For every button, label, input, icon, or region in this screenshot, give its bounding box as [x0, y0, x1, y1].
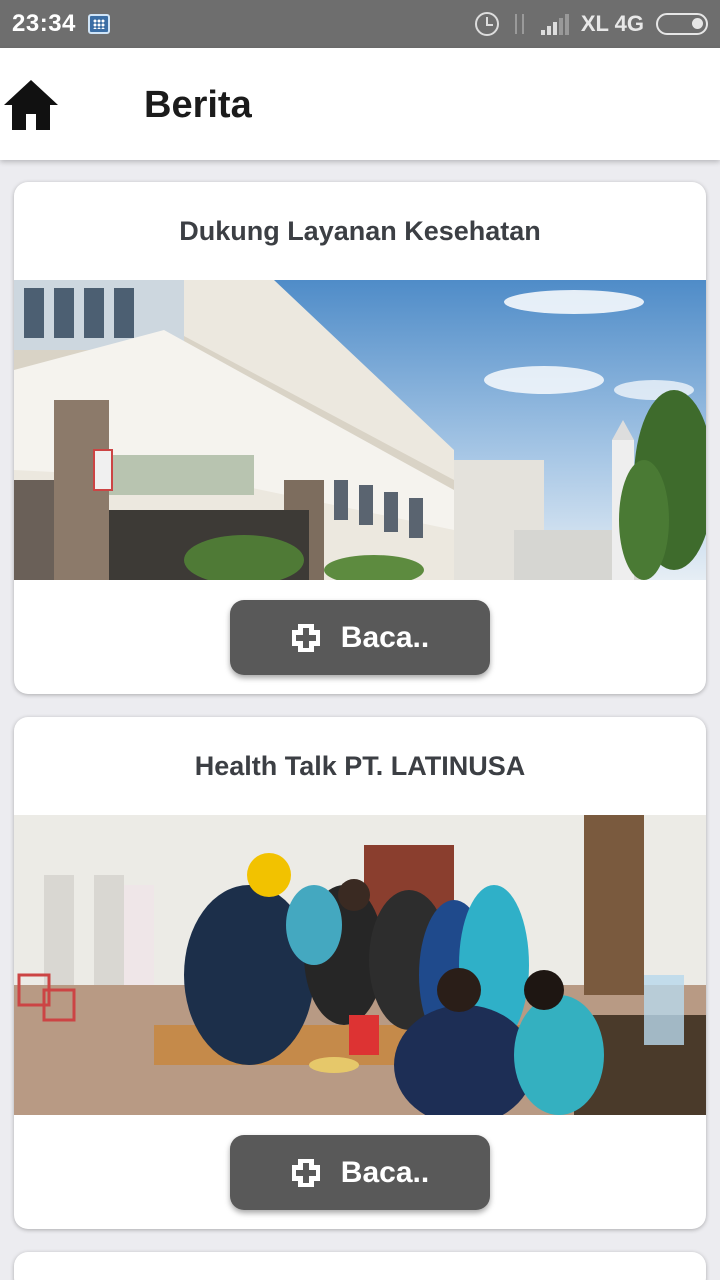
status-time: 23:34	[12, 10, 76, 37]
status-bar: 23:34 XL 4G	[0, 0, 720, 48]
home-icon[interactable]	[2, 76, 60, 132]
bbm-notification-icon	[87, 14, 110, 34]
news-feed[interactable]: Dukung Layanan Kesehatan Baca.. Health T…	[14, 182, 706, 1280]
health-talk-event-image	[14, 815, 706, 1115]
news-title: Dukung Layanan Kesehatan	[179, 216, 541, 246]
page-title: Berita	[144, 84, 252, 126]
news-card: Health Talk PT. LATINUSA Baca..	[14, 717, 706, 1229]
news-title: Health Talk PT. LATINUSA	[194, 751, 526, 781]
news-card-partial	[14, 1252, 706, 1280]
news-card: Dukung Layanan Kesehatan Baca..	[14, 182, 706, 694]
status-indicators: XL 4G	[474, 11, 708, 37]
network-label: XL 4G	[580, 11, 644, 36]
signal-icon	[540, 13, 569, 35]
read-button-label: Baca..	[340, 1155, 430, 1189]
alarm-icon	[474, 12, 499, 36]
data-transfer-icon	[511, 12, 529, 36]
read-button-label: Baca..	[340, 620, 430, 654]
hospital-building-image	[14, 280, 706, 580]
battery-icon	[656, 13, 708, 35]
read-button[interactable]: Baca..	[230, 600, 490, 675]
app-bar: Berita	[0, 48, 720, 160]
plus-box-icon	[291, 623, 320, 652]
plus-box-icon	[291, 1158, 320, 1187]
read-button[interactable]: Baca..	[230, 1135, 490, 1210]
